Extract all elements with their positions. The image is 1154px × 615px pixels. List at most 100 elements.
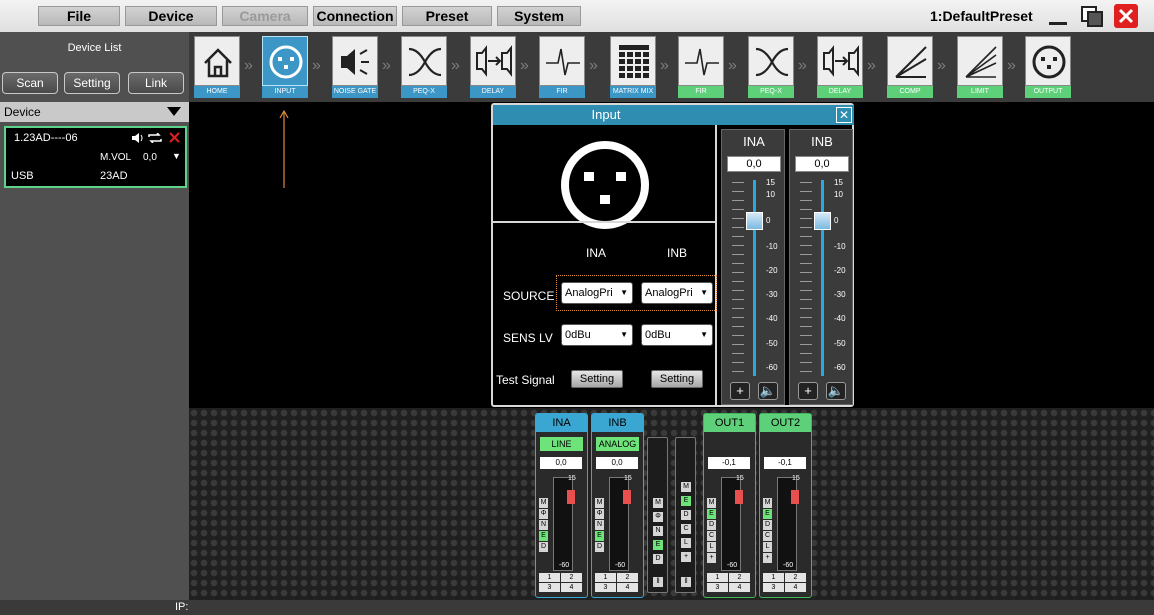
strip-option-button[interactable]: M <box>539 498 548 508</box>
fader-knob[interactable] <box>623 490 631 504</box>
strip-fader[interactable] <box>777 477 799 571</box>
test-signal-setting-ina[interactable]: Setting <box>571 370 623 388</box>
link-option-button[interactable]: L <box>681 538 691 548</box>
toolbar-button-noise-gate[interactable]: NOISE GATE <box>332 36 378 98</box>
strip-value[interactable]: -0,1 <box>708 457 750 469</box>
delete-icon[interactable] <box>169 132 180 143</box>
minimize-button[interactable] <box>1046 4 1070 28</box>
sens-select-ina[interactable]: 0dBu ▼ <box>561 324 633 346</box>
toolbar-button-peq-x[interactable]: PEQ-X <box>748 36 794 98</box>
toolbar-button-home[interactable]: HOME <box>194 36 240 98</box>
link-button[interactable]: Link <box>128 72 184 94</box>
strip-fader[interactable] <box>609 477 631 571</box>
link-option-button[interactable]: N <box>653 526 663 536</box>
strip-fader[interactable] <box>721 477 743 571</box>
strip-fader[interactable] <box>553 477 575 571</box>
strip-option-button[interactable]: N <box>595 520 604 530</box>
scan-button[interactable]: Scan <box>2 72 58 94</box>
link-option-button[interactable]: D <box>681 510 691 520</box>
link-option-button[interactable]: E <box>653 540 663 550</box>
strip-option-button[interactable]: M <box>707 498 716 508</box>
link-option-button[interactable]: E <box>681 496 691 506</box>
strip-number-button[interactable]: 3 <box>595 583 616 592</box>
strip-option-button[interactable]: D <box>707 520 716 530</box>
close-button[interactable] <box>1114 4 1138 28</box>
strip-option-button[interactable]: M <box>763 498 772 508</box>
link-option-button[interactable]: D <box>653 554 663 564</box>
strip-option-button[interactable]: D <box>539 542 548 552</box>
menu-connection[interactable]: Connection <box>313 6 397 26</box>
strip-option-button[interactable]: E <box>539 531 548 541</box>
strip-number-button[interactable]: 2 <box>561 573 582 582</box>
strip-number-button[interactable]: 1 <box>707 573 728 582</box>
pause-icon[interactable]: ll <box>653 577 663 587</box>
dialog-close-button[interactable]: ✕ <box>836 107 852 123</box>
strip-value[interactable]: 0,0 <box>540 457 582 469</box>
toolbar-button-limit[interactable]: LIMIT <box>957 36 1003 98</box>
menu-camera[interactable]: Camera <box>222 6 308 26</box>
strip-option-button[interactable]: + <box>707 553 716 563</box>
strip-number-button[interactable]: 4 <box>785 583 806 592</box>
strip-option-button[interactable]: M <box>595 498 604 508</box>
strip-number-button[interactable]: 1 <box>539 573 560 582</box>
toolbar-button-fir[interactable]: FIR <box>539 36 585 98</box>
strip-option-button[interactable]: L <box>707 542 716 552</box>
strip-number-button[interactable]: 3 <box>707 583 728 592</box>
strip-number-button[interactable]: 4 <box>729 583 750 592</box>
strip-option-button[interactable]: C <box>707 531 716 541</box>
fader-knob[interactable] <box>814 212 831 230</box>
toolbar-button-comp[interactable]: COMP <box>887 36 933 98</box>
restore-button[interactable] <box>1080 4 1104 28</box>
add-button[interactable]: + <box>730 382 750 400</box>
strip-value[interactable]: -0,1 <box>764 457 806 469</box>
fader-track[interactable] <box>821 180 824 376</box>
source-select-ina[interactable]: AnalogPri ▼ <box>561 282 633 304</box>
link-option-button[interactable]: M <box>681 482 691 492</box>
strip-option-button[interactable]: E <box>763 509 772 519</box>
speaker-icon[interactable]: 🔈 <box>826 382 846 400</box>
menu-preset[interactable]: Preset <box>402 6 492 26</box>
strip-option-button[interactable]: + <box>763 553 772 563</box>
toolbar-button-delay[interactable]: DELAY <box>470 36 516 98</box>
strip-value[interactable]: 0,0 <box>596 457 638 469</box>
fader-knob[interactable] <box>746 212 763 230</box>
strip-number-button[interactable]: 4 <box>617 583 638 592</box>
sens-select-inb[interactable]: 0dBu ▼ <box>641 324 713 346</box>
strip-option-button[interactable]: E <box>707 509 716 519</box>
strip-number-button[interactable]: 1 <box>595 573 616 582</box>
strip-option-button[interactable]: E <box>595 531 604 541</box>
strip-option-button[interactable]: D <box>595 542 604 552</box>
test-signal-setting-inb[interactable]: Setting <box>651 370 703 388</box>
strip-number-button[interactable]: 2 <box>617 573 638 582</box>
fader-value-input[interactable]: 0,0 <box>795 156 849 172</box>
speaker-icon[interactable]: 🔈 <box>758 382 778 400</box>
link-option-button[interactable]: Φ <box>653 512 663 522</box>
strip-number-button[interactable]: 3 <box>539 583 560 592</box>
strip-option-button[interactable]: L <box>763 542 772 552</box>
fader-value-input[interactable]: 0,0 <box>727 156 781 172</box>
add-button[interactable]: + <box>798 382 818 400</box>
strip-number-button[interactable]: 1 <box>763 573 784 582</box>
toolbar-button-fir[interactable]: FIR <box>678 36 724 98</box>
link-option-button[interactable]: + <box>681 552 691 562</box>
fader-track[interactable] <box>753 180 756 376</box>
strip-number-button[interactable]: 3 <box>763 583 784 592</box>
fader-knob[interactable] <box>791 490 799 504</box>
pause-icon[interactable]: ll <box>681 577 691 587</box>
toolbar-button-matrix-mix[interactable]: MATRIX MIX <box>610 36 656 98</box>
strip-number-button[interactable]: 4 <box>561 583 582 592</box>
link-option-button[interactable]: C <box>681 524 691 534</box>
sync-icon[interactable] <box>148 133 162 143</box>
strip-option-button[interactable]: C <box>763 531 772 541</box>
device-card[interactable]: 1.23AD----06 M.VOL 0,0 ▼ USB 23AD <box>4 126 187 188</box>
mvol-dropdown-icon[interactable]: ▼ <box>172 151 181 161</box>
mvol-value[interactable]: 0,0 <box>143 152 157 163</box>
toolbar-button-input[interactable]: INPUT <box>262 36 308 98</box>
toolbar-button-output[interactable]: OUTPUT <box>1025 36 1071 98</box>
menu-device[interactable]: Device <box>125 6 217 26</box>
source-select-inb[interactable]: AnalogPri ▼ <box>641 282 713 304</box>
strip-number-button[interactable]: 2 <box>785 573 806 582</box>
strip-option-button[interactable]: Φ <box>539 509 548 519</box>
link-option-button[interactable]: M <box>653 498 663 508</box>
strip-option-button[interactable]: D <box>763 520 772 530</box>
